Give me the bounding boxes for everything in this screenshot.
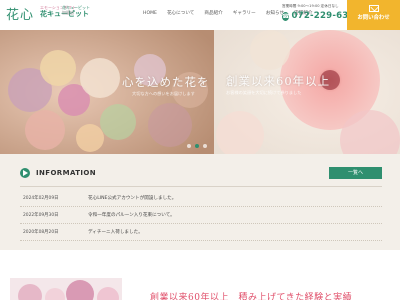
nav-item-products[interactable]: 商品紹介 <box>199 10 227 18</box>
information-title: INFORMATION <box>36 169 97 177</box>
play-icon <box>20 168 30 178</box>
slider-dot-2[interactable] <box>195 144 199 148</box>
news-item[interactable]: 2024年02月09日 花心LINE公式アカウントが開設しました。 <box>20 190 382 207</box>
information-section: INFORMATION 一覧へ 2024年02月09日 花心LINE公式アカウン… <box>0 154 400 250</box>
slider-dot-3[interactable] <box>203 144 207 148</box>
hero-slide1-title: 心を込めた花を <box>122 75 210 89</box>
news-list: 2024年02月09日 花心LINE公式アカウントが開設しました。 2022年0… <box>20 190 382 241</box>
news-date: 2024年02月09日 <box>23 196 59 201</box>
view-all-button[interactable]: 一覧へ <box>329 167 382 179</box>
slider-dot-1[interactable] <box>187 144 191 148</box>
divider <box>20 186 382 187</box>
news-title[interactable]: ディチーニ入荷しました。 <box>88 229 143 235</box>
business-hours: 営業時間 9:00〜19:00 定休日なし <box>282 4 339 8</box>
nav-item-about[interactable]: 花心について <box>162 10 199 18</box>
flower-photo <box>10 278 122 300</box>
hero-slide2-title: 創業以来60年以上 <box>226 74 331 88</box>
site-logo[interactable]: 花心 <box>6 4 34 26</box>
news-item[interactable]: 2020年08月20日 ディチーニ入荷しました。 <box>20 224 382 241</box>
news-date: 2022年09月30日 <box>23 213 59 218</box>
phone-row: ☎ 072-229-6374 <box>282 11 361 21</box>
mail-icon <box>368 5 379 12</box>
contact-button[interactable]: お問い合わせ <box>347 0 400 30</box>
hero-slide1-subtitle: 大切な方への想いをお届けします <box>132 91 195 96</box>
about-section: 創業以来60年以上 積み上げてきた経験と実績 <box>0 250 400 300</box>
nav-item-home[interactable]: HOME <box>138 10 162 18</box>
phone-icon: ☎ <box>282 11 290 21</box>
badge-line-2: 加盟店 <box>62 10 74 15</box>
about-title: 創業以来60年以上 積み上げてきた経験と実績 <box>150 293 353 300</box>
phone-contact[interactable]: 営業時間 9:00〜19:00 定休日なし ☎ 072-229-6374 <box>282 4 361 26</box>
logo-text: 花心 <box>6 8 35 23</box>
news-date: 2020年08月20日 <box>23 230 59 235</box>
news-title[interactable]: 令和一年度のパルーン入り花束について。 <box>88 212 175 218</box>
hero-slider[interactable]: 心を込めた花を 大切な方への想いをお届けします 創業以来60年以上 お客様の笑顔… <box>0 30 400 154</box>
about-image <box>10 278 122 300</box>
news-title[interactable]: 花心LINE公式アカウントが開設しました。 <box>88 195 176 201</box>
slider-dots <box>187 144 207 148</box>
news-item[interactable]: 2022年09月30日 令和一年度のパルーン入り花束について。 <box>20 207 382 224</box>
member-badge: 花キューピット 加盟店 <box>62 5 90 23</box>
hero-flower-image <box>0 30 400 154</box>
information-header: INFORMATION 一覧へ <box>20 167 382 180</box>
contact-label: お問い合わせ <box>357 15 390 21</box>
nav-item-gallery[interactable]: ギャラリー <box>228 10 261 18</box>
hero-slide2-subtitle: お客様の笑顔を大切に続けて参りました <box>226 90 302 95</box>
site-header: 花心 エモーションギフト 花キューピット 花キューピット 加盟店 HOME 花心… <box>0 0 400 30</box>
